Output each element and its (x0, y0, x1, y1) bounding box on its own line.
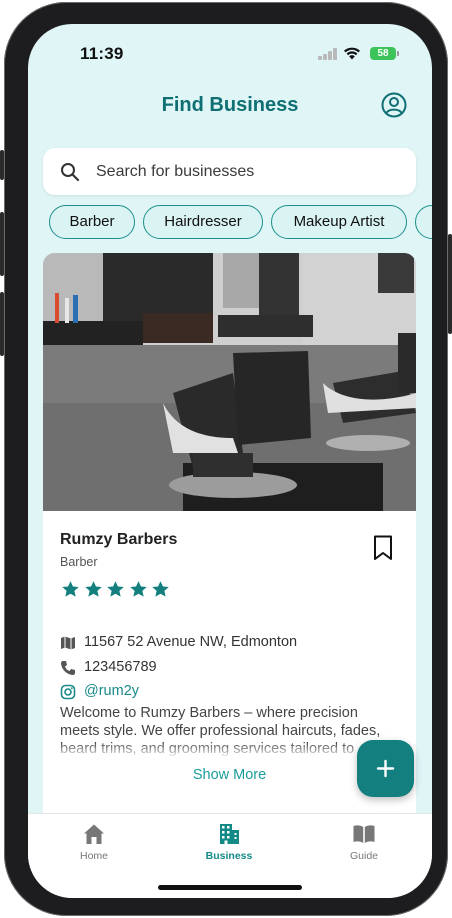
search-input[interactable] (96, 148, 396, 195)
volume-up-button (0, 212, 4, 276)
business-address: 11567 52 Avenue NW, Edmonton (84, 634, 298, 650)
status-time: 11:39 (80, 44, 124, 63)
phone-icon (61, 661, 75, 675)
tab-guide[interactable]: Guide (319, 822, 409, 862)
category-chips: Barber Hairdresser Makeup Artist (28, 205, 432, 239)
home-icon (84, 824, 104, 844)
tab-home-label: Home (79, 850, 108, 862)
chip-hairdresser[interactable]: Hairdresser (143, 205, 263, 239)
map-icon (61, 636, 75, 650)
plus-icon (376, 759, 395, 778)
chip-more[interactable] (415, 205, 432, 239)
star-icon (129, 581, 147, 597)
add-business-button[interactable] (357, 740, 414, 797)
business-category: Barber (60, 555, 98, 569)
search-bar[interactable] (43, 148, 416, 195)
business-description: Welcome to Rumzy Barbers – where precisi… (60, 704, 400, 756)
star-icon (84, 581, 102, 597)
screen: 11:39 58 Find Business Search for busine… (28, 24, 432, 898)
instagram-icon (60, 684, 76, 700)
rating-stars (61, 580, 174, 600)
status-bar: 11:39 58 (28, 24, 432, 82)
search-icon (61, 163, 80, 182)
chip-makeup-artist[interactable]: Makeup Artist (271, 205, 407, 239)
business-photo (43, 253, 416, 511)
star-icon (62, 581, 79, 597)
profile-icon[interactable] (381, 92, 407, 118)
star-icon (152, 581, 169, 597)
phone-frame: 11:39 58 Find Business Search for busine… (0, 2, 452, 916)
tab-guide-label: Guide (349, 850, 379, 862)
bookmark-icon[interactable] (373, 535, 393, 561)
page-title: Find Business (161, 94, 299, 116)
business-phone[interactable]: 123456789 (84, 659, 157, 675)
tab-business[interactable]: Business (184, 822, 274, 862)
business-instagram[interactable]: @rum2y (84, 683, 139, 699)
volume-down-button (0, 292, 4, 356)
building-icon (220, 824, 239, 844)
mute-switch (0, 150, 4, 180)
wifi-icon (344, 47, 360, 60)
home-indicator (158, 885, 302, 890)
chip-barber[interactable]: Barber (49, 205, 135, 239)
star-icon (107, 581, 124, 597)
battery-indicator: 58 (370, 47, 396, 60)
signal-icon (318, 48, 338, 60)
business-name: Rumzy Barbers (60, 531, 178, 548)
tab-business-label: Business (205, 850, 253, 862)
tab-home[interactable]: Home (49, 822, 139, 862)
battery-tip (397, 51, 399, 56)
power-button (448, 234, 452, 334)
book-icon (353, 825, 375, 843)
